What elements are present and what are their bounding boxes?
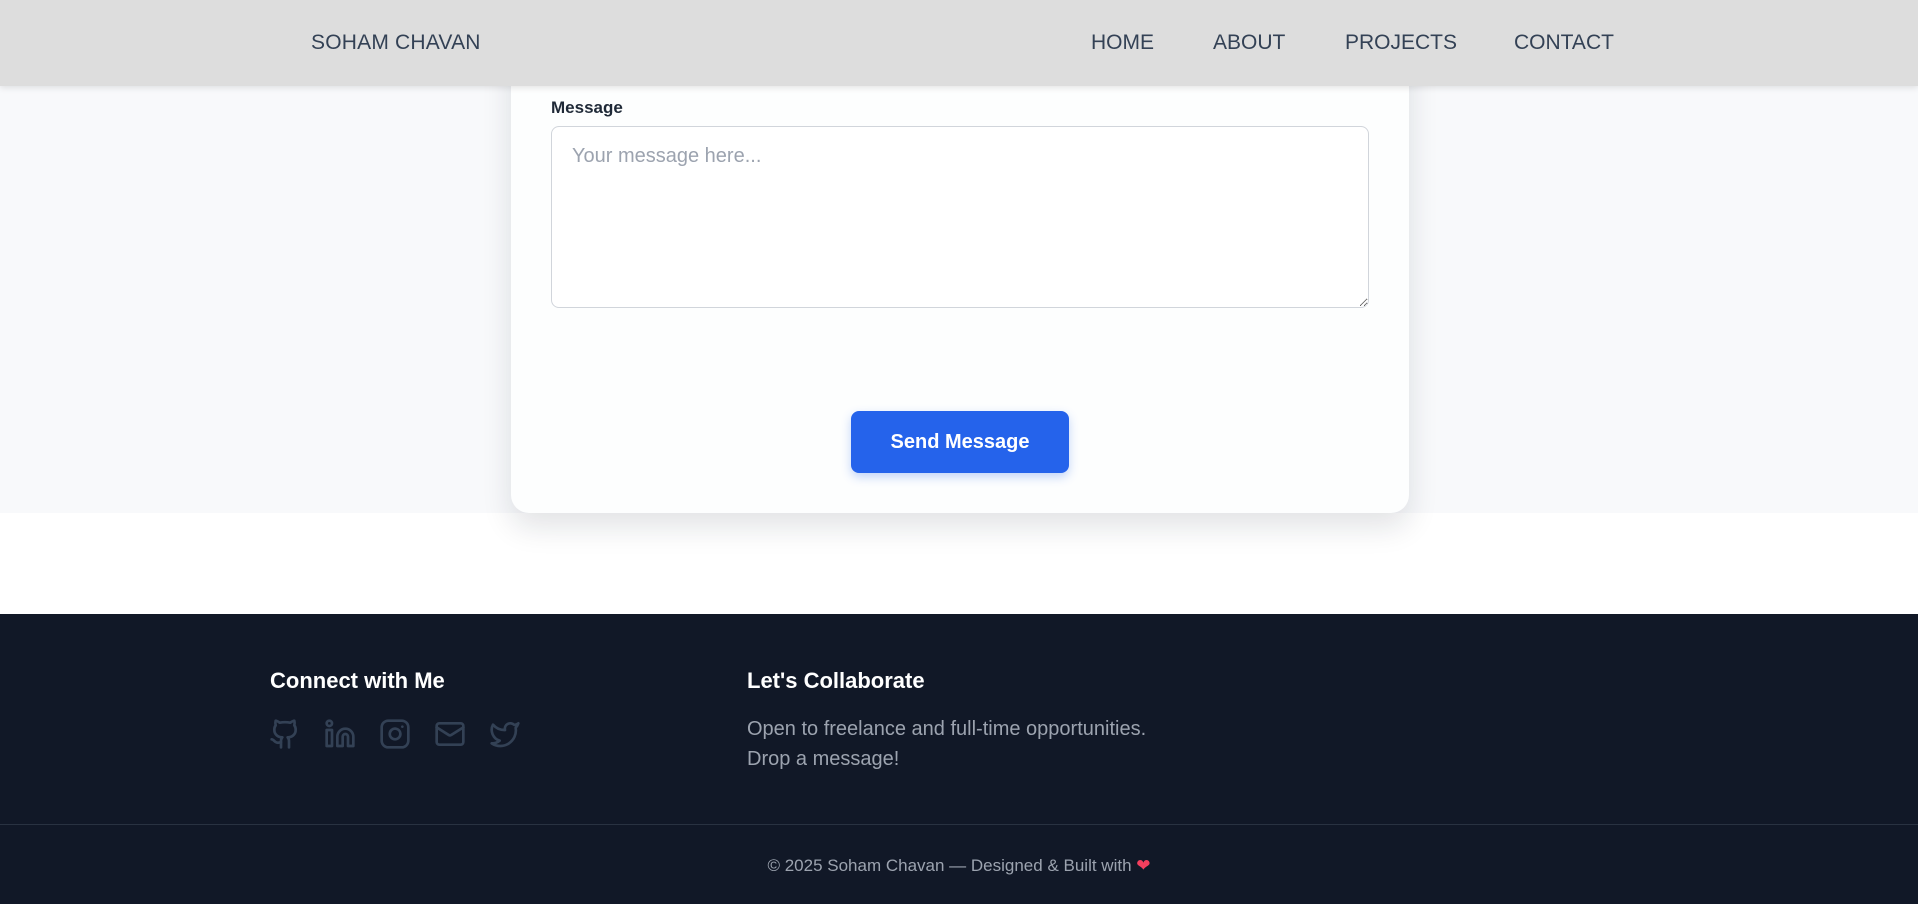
twitter-icon[interactable] [489,718,521,750]
instagram-icon[interactable] [379,718,411,750]
collab-line-2: Drop a message! [747,748,900,770]
nav-home[interactable]: HOME [1091,31,1154,55]
linkedin-icon[interactable] [324,718,356,750]
github-icon[interactable] [269,718,301,750]
connect-title: Connect with Me [270,668,445,693]
collab-description: Open to freelance and full-time opportun… [747,714,1207,774]
mail-icon[interactable] [434,718,466,750]
copyright-text: © 2025 Soham Chavan — Designed & Built w… [767,856,1132,875]
footer: Connect with Me Let's Collaborate Open t… [0,614,1918,904]
heart-icon: ❤ [1136,856,1151,875]
navbar: SOHAM CHAVAN HOME ABOUT PROJECTS CONTACT [0,0,1918,86]
collab-line-1: Open to freelance and full-time opportun… [747,718,1147,740]
footer-divider [0,824,1918,825]
brand-logo[interactable]: SOHAM CHAVAN [311,31,481,55]
message-label: Message [551,98,623,117]
nav-about[interactable]: ABOUT [1213,31,1285,55]
collab-title: Let's Collaborate [747,668,925,693]
send-message-button[interactable]: Send Message [851,411,1069,473]
copyright: © 2025 Soham Chavan — Designed & Built w… [0,856,1918,876]
nav-projects[interactable]: PROJECTS [1345,31,1457,55]
nav-contact[interactable]: CONTACT [1514,31,1614,55]
section-spacer [0,513,1918,614]
message-textarea[interactable] [551,126,1369,308]
